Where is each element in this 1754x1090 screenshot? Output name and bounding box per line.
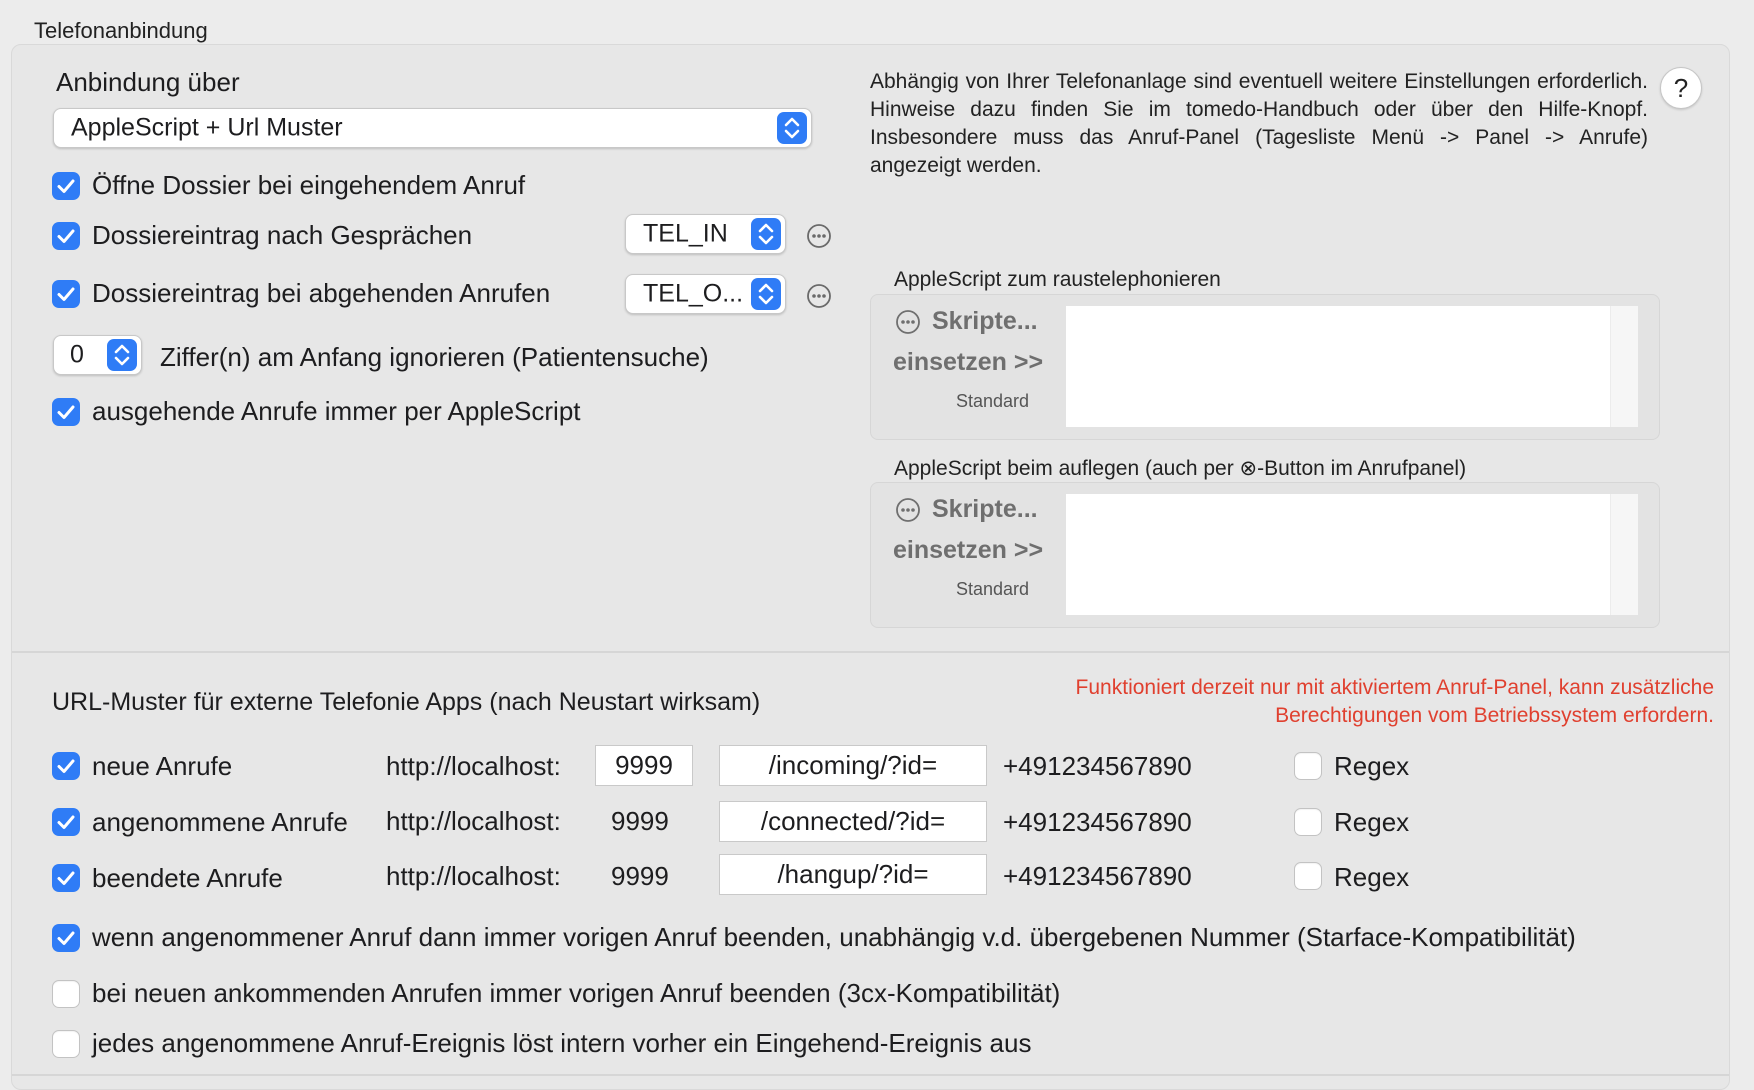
end-previous-3cx-checkbox[interactable] (52, 980, 80, 1008)
url-row-connected-regex-label: Regex (1334, 807, 1410, 837)
incoming-event-checkbox[interactable] (52, 1030, 80, 1058)
url-row-incoming-example: +491234567890 (1003, 751, 1192, 781)
entry-after-call-value: TEL_IN (643, 219, 728, 248)
script-dial-scripts-button[interactable]: Skripte... (932, 307, 1038, 336)
entry-after-call-label: Dossiereintrag nach Gesprächen (92, 220, 473, 250)
outgoing-applescript-label: ausgehende Anrufe immer per AppleScript (92, 396, 581, 426)
stepper-chevron-icon (107, 339, 137, 371)
url-row-incoming-checkbox[interactable] (52, 752, 80, 780)
script-dial-scrollbar[interactable] (1610, 306, 1638, 427)
url-row-hangup-regex-label: Regex (1334, 862, 1410, 892)
ignore-digits-value: 0 (70, 340, 84, 369)
connection-label: Anbindung über (56, 67, 240, 97)
entry-after-call-popup[interactable]: TEL_IN (625, 214, 786, 254)
ignore-digits-label: Ziffer(n) am Anfang ignorieren (Patiente… (160, 342, 709, 372)
entry-outgoing-value: TEL_O... (643, 279, 744, 308)
more-options-icon[interactable] (806, 223, 832, 249)
outgoing-applescript-checkbox[interactable] (52, 398, 80, 426)
url-row-connected-port: 9999 (611, 806, 669, 836)
url-row-incoming-regex-label: Regex (1334, 751, 1410, 781)
section-title: Telefonanbindung (34, 18, 208, 43)
open-dossier-label: Öffne Dossier bei eingehendem Anruf (92, 170, 526, 200)
script-dial-title: AppleScript zum raustelephonieren (894, 268, 1221, 291)
popup-chevron-icon (777, 112, 807, 144)
url-row-connected-path-field[interactable]: /connected/?id= (719, 801, 987, 842)
connection-popup[interactable]: AppleScript + Url Muster (53, 108, 812, 148)
popup-chevron-icon (751, 218, 781, 250)
url-row-incoming-path-field[interactable]: /incoming/?id= (719, 745, 987, 786)
url-row-connected-label: angenommene Anrufe (92, 807, 348, 837)
url-row-hangup-regex-checkbox[interactable] (1294, 862, 1322, 890)
url-row-hangup-example: +491234567890 (1003, 861, 1192, 891)
url-row-connected-regex-checkbox[interactable] (1294, 808, 1322, 836)
url-row-incoming-host: http://localhost: (386, 751, 561, 781)
help-button[interactable]: ? (1660, 67, 1702, 109)
connection-popup-value: AppleScript + Url Muster (71, 113, 343, 142)
url-row-incoming-label: neue Anrufe (92, 751, 233, 781)
url-heading: URL-Muster für externe Telefonie Apps (n… (52, 688, 761, 716)
url-row-connected-example: +491234567890 (1003, 807, 1192, 837)
url-row-hangup-checkbox[interactable] (52, 864, 80, 892)
url-row-connected-checkbox[interactable] (52, 808, 80, 836)
more-options-icon[interactable] (806, 283, 832, 309)
script-dial-insert-button[interactable]: einsetzen >> (893, 348, 1043, 377)
url-row-hangup-path-field[interactable]: /hangup/?id= (719, 854, 987, 895)
url-row-connected-host: http://localhost: (386, 806, 561, 836)
url-row-hangup-host: http://localhost: (386, 861, 561, 891)
url-warning: Funktioniert derzeit nur mit aktiviertem… (1075, 676, 1714, 727)
url-row-hangup-label: beendete Anrufe (92, 863, 283, 893)
script-hangup-scrollbar[interactable] (1610, 494, 1638, 615)
entry-outgoing-checkbox[interactable] (52, 280, 80, 308)
scripts-menu-icon[interactable] (895, 497, 921, 523)
script-hangup-textarea[interactable] (1066, 494, 1610, 615)
entry-outgoing-popup[interactable]: TEL_O... (625, 274, 786, 314)
incoming-event-label: jedes angenommene Anruf-Ereignis löst in… (92, 1028, 1032, 1058)
ignore-digits-stepper[interactable]: 0 (53, 335, 142, 375)
url-row-incoming-port-field[interactable]: 9999 (595, 745, 693, 786)
scripts-menu-icon[interactable] (895, 309, 921, 335)
info-text: Abhängig von Ihrer Telefonanlage sind ev… (870, 70, 1648, 177)
entry-after-call-checkbox[interactable] (52, 222, 80, 250)
end-previous-call-label: wenn angenommener Anruf dann immer vorig… (92, 922, 1576, 952)
url-row-incoming-regex-checkbox[interactable] (1294, 752, 1322, 780)
section-divider (12, 651, 1729, 653)
entry-outgoing-label: Dossiereintrag bei abgehenden Anrufen (92, 278, 551, 308)
script-dial-standard-label[interactable]: Standard (956, 391, 1029, 412)
script-hangup-insert-button[interactable]: einsetzen >> (893, 536, 1043, 565)
script-hangup-scripts-button[interactable]: Skripte... (932, 495, 1038, 524)
end-previous-call-checkbox[interactable] (52, 924, 80, 952)
end-previous-3cx-label: bei neuen ankommenden Anrufen immer vori… (92, 978, 1061, 1008)
script-hangup-title: AppleScript beim auflegen (auch per ⊗-Bu… (894, 457, 1467, 480)
open-dossier-checkbox[interactable] (52, 172, 80, 200)
bottom-divider (12, 1074, 1729, 1076)
url-row-hangup-port: 9999 (611, 861, 669, 891)
script-hangup-standard-label[interactable]: Standard (956, 579, 1029, 600)
popup-chevron-icon (751, 278, 781, 310)
script-dial-textarea[interactable] (1066, 306, 1610, 427)
